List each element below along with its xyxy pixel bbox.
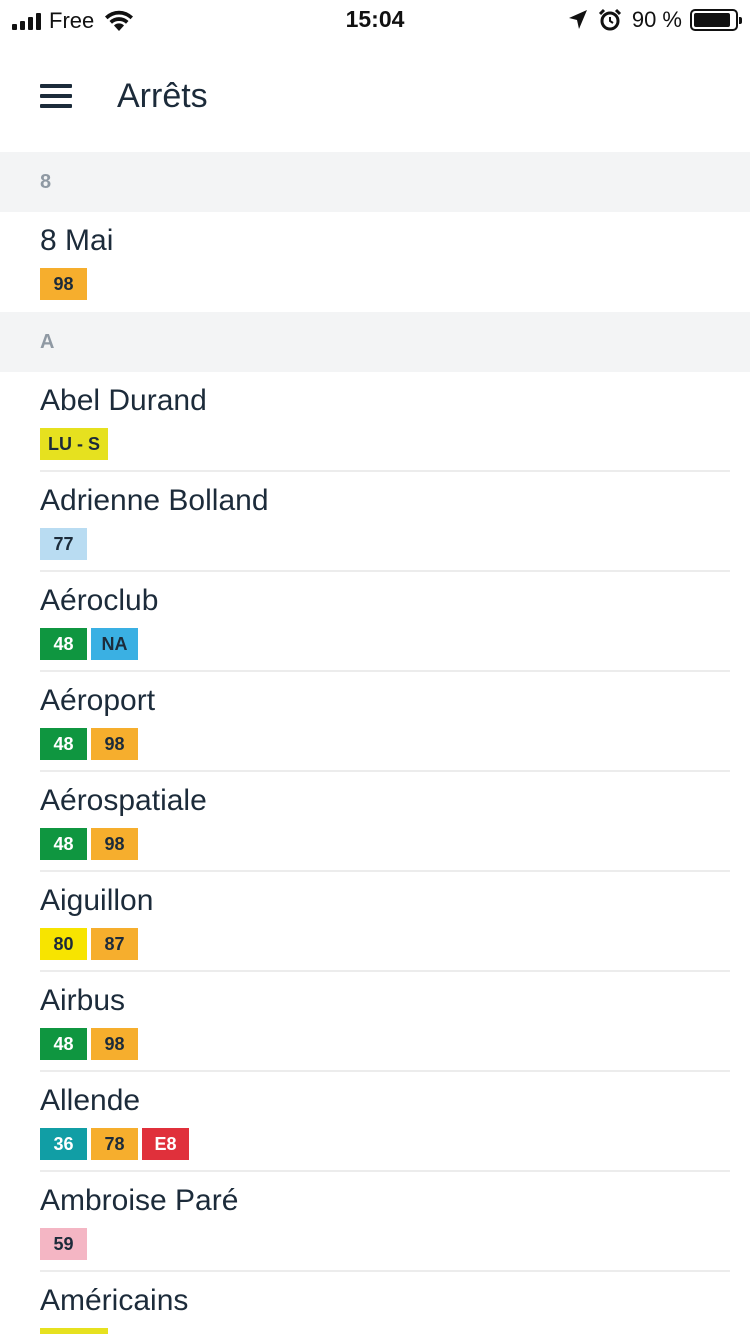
stop-row[interactable]: Aéroport 48 98 (40, 672, 730, 772)
hamburger-menu-icon[interactable] (40, 84, 72, 108)
stop-row[interactable]: Airbus 48 98 (40, 972, 730, 1072)
line-badge: 98 (91, 728, 138, 760)
line-badge: 36 (40, 1128, 87, 1160)
line-badge: 78 (91, 1128, 138, 1160)
stop-row[interactable]: Abel Durand LU - S (40, 372, 730, 472)
stop-name: Américains (40, 1284, 189, 1317)
line-badges: 48 98 (40, 828, 730, 860)
stop-row[interactable]: Ambroise Paré 59 (40, 1172, 730, 1272)
line-badges: 80 87 (40, 928, 730, 960)
battery-icon (690, 9, 742, 31)
line-badge: 48 (40, 628, 87, 660)
line-badge: 98 (91, 828, 138, 860)
line-badge: 87 (91, 928, 138, 960)
line-badge: NA (91, 628, 138, 660)
line-badges: 48 NA (40, 628, 730, 660)
line-badge: 98 (40, 268, 87, 300)
stop-name: Aéroclub (40, 584, 159, 617)
stop-name: Airbus (40, 984, 126, 1017)
stop-row[interactable]: Aéroclub 48 NA (40, 572, 730, 672)
stop-list[interactable]: 8 8 Mai 98 A Abel Durand LU - S Adrienne Bolla… (0, 152, 750, 1334)
stop-name: 8 Mai (40, 224, 114, 257)
line-badge: 48 (40, 1028, 87, 1060)
line-badge: 59 (40, 1228, 87, 1260)
stop-row[interactable]: Allende 36 78 E8 (40, 1072, 730, 1172)
alarm-clock-icon (598, 8, 621, 31)
line-badges: 48 98 (40, 1028, 730, 1060)
line-badge: 48 (40, 728, 87, 760)
line-badges: 98 (40, 268, 730, 300)
line-badge: 48 (40, 828, 87, 860)
stop-row[interactable]: Aiguillon 80 87 (40, 872, 730, 972)
line-badge: 77 (40, 528, 87, 560)
line-badge: 98 (91, 1028, 138, 1060)
app-header: Arrêts (0, 40, 750, 152)
status-right: 90 % (568, 6, 742, 34)
stop-name: Aéroport (40, 684, 156, 717)
section-header: 8 (0, 152, 750, 212)
line-badges: 59 (40, 1228, 730, 1260)
stop-row[interactable]: Adrienne Bolland 77 (40, 472, 730, 572)
location-arrow-icon (568, 10, 587, 29)
page-title: Arrêts (117, 76, 208, 115)
line-badges: 48 98 (40, 728, 730, 760)
status-bar: Free 15:04 90 % (0, 0, 750, 40)
stop-name: Adrienne Bolland (40, 484, 269, 517)
stop-name: Allende (40, 1084, 141, 1117)
stop-name: Aiguillon (40, 884, 154, 917)
line-badge: LU - S (40, 1328, 108, 1334)
line-badges: LU - S (40, 1328, 730, 1334)
stop-name: Ambroise Paré (40, 1184, 239, 1217)
line-badge: 80 (40, 928, 87, 960)
line-badges: 77 (40, 528, 730, 560)
line-badges: LU - S (40, 428, 730, 460)
stop-name: Abel Durand (40, 384, 207, 417)
section-header: A (0, 312, 750, 372)
line-badges: 36 78 E8 (40, 1128, 730, 1160)
battery-percent: 90 % (631, 7, 682, 32)
battery-fill (694, 13, 730, 27)
stop-row[interactable]: Aérospatiale 48 98 (40, 772, 730, 872)
stop-name: Aérospatiale (40, 784, 207, 817)
line-badge: E8 (142, 1128, 189, 1160)
line-badge: LU - S (40, 428, 108, 460)
stop-row[interactable]: 8 Mai 98 (40, 212, 730, 312)
stop-row[interactable]: Américains LU - S (40, 1272, 730, 1334)
